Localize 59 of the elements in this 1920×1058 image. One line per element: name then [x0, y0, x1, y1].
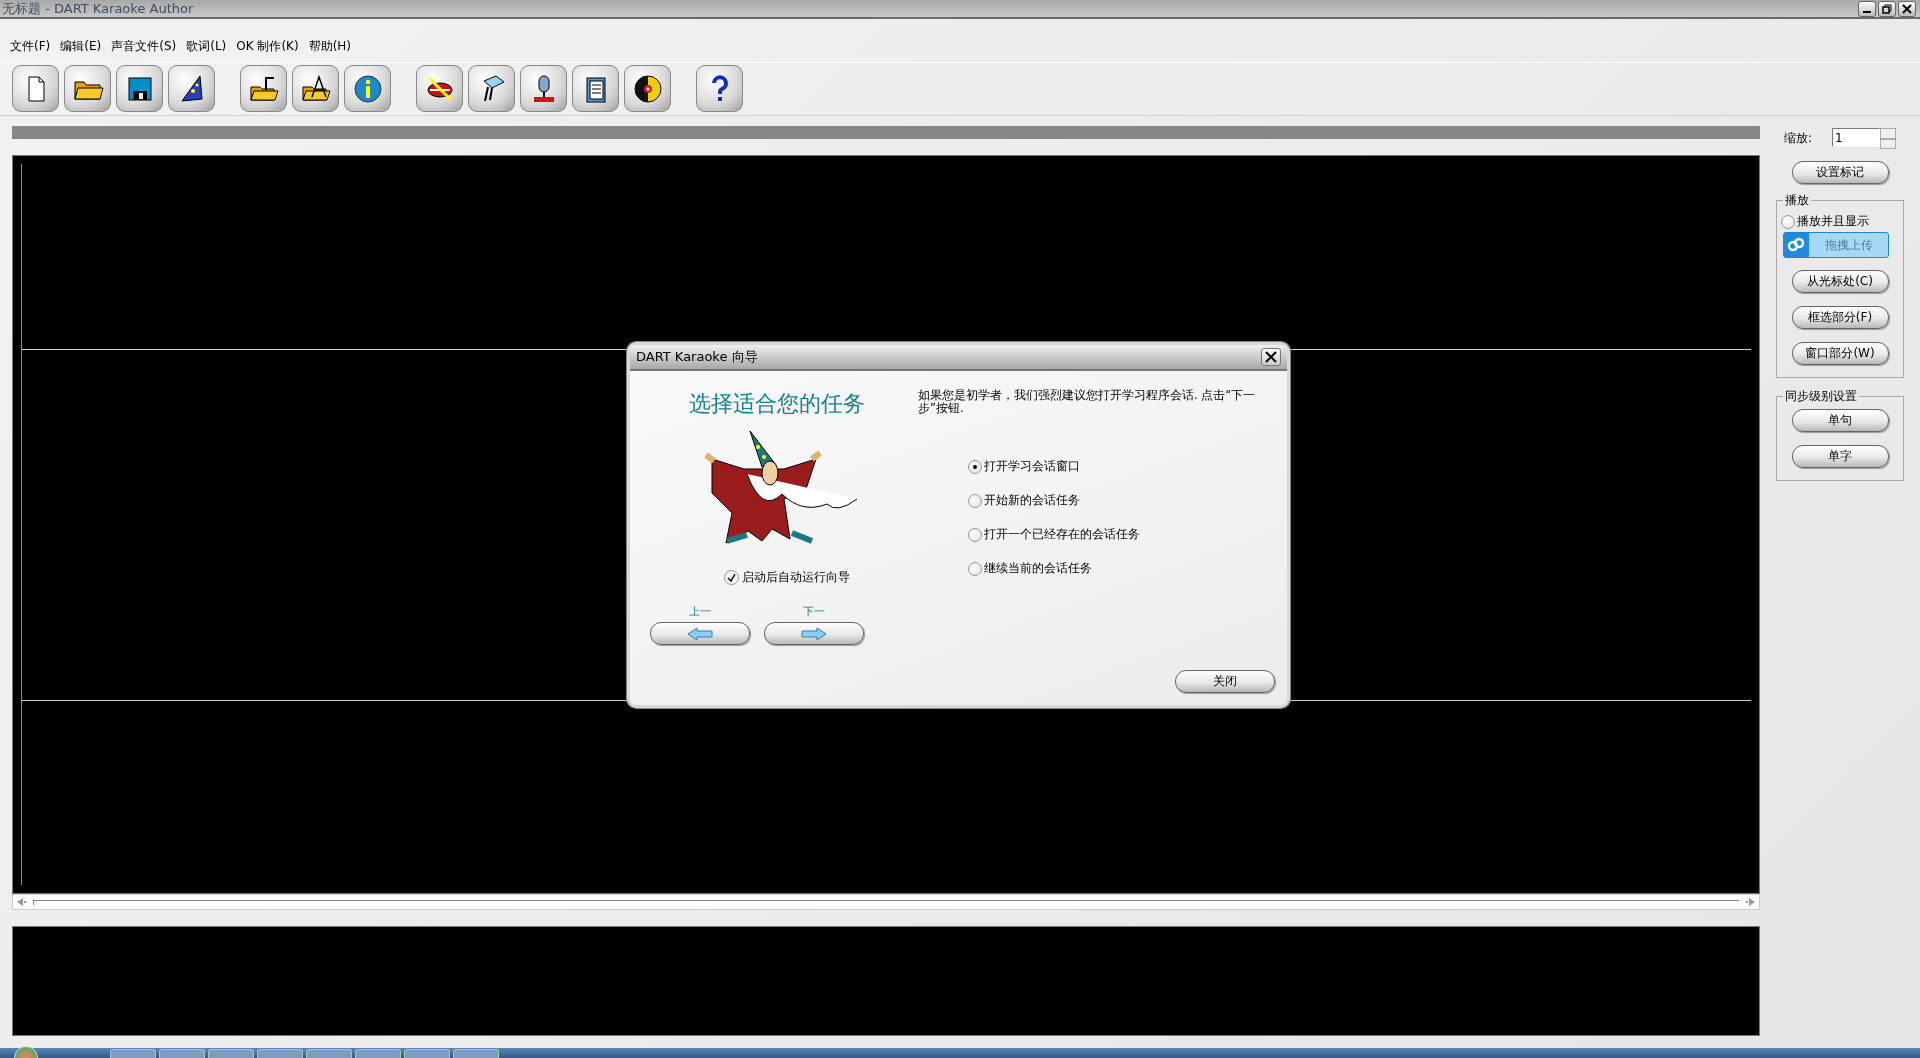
radio-option[interactable]: 打开一个已经存在的会话任务	[968, 526, 1140, 544]
minimize-button[interactable]	[1858, 0, 1876, 17]
right-arrow-icon	[801, 626, 827, 641]
toolbar-button[interactable]	[292, 65, 339, 112]
toolbar-button[interactable]	[696, 65, 743, 112]
sync-level-button[interactable]: 单字	[1791, 445, 1889, 468]
dialog-heading: 选择适合您的任务	[689, 390, 865, 418]
scroll-right-icon[interactable]	[1745, 898, 1755, 906]
toolbar-button[interactable]	[344, 65, 391, 112]
set-marker-button[interactable]: 设置标记	[1791, 161, 1889, 184]
toolbar-button[interactable]	[168, 65, 215, 112]
next-button[interactable]	[764, 622, 864, 645]
toolbar-button[interactable]	[64, 65, 111, 112]
close-button[interactable]	[1261, 348, 1281, 366]
scroll-left-icon[interactable]	[17, 898, 27, 906]
zoom-input[interactable]: 1	[1832, 128, 1880, 147]
menu-item[interactable]: 文件(F)	[10, 36, 51, 62]
horizontal-scrollbar[interactable]	[12, 894, 1760, 910]
play-button[interactable]: 从光标处(C)	[1791, 270, 1889, 293]
autorun-checkbox[interactable]: 启动后自动运行向导	[724, 569, 850, 586]
toolbar-button[interactable]	[416, 65, 463, 112]
next-label: 下一	[803, 604, 825, 619]
cloud-icon	[1786, 237, 1807, 253]
cd-icon	[631, 72, 664, 105]
radio-option[interactable]: 打开学习会话窗口	[968, 458, 1080, 476]
close-icon	[1902, 3, 1912, 14]
info-icon	[351, 72, 384, 105]
group-title: 同步级别设置	[1784, 388, 1858, 405]
minimize-icon	[1863, 11, 1871, 13]
upload-label: 拖拽上传	[1823, 236, 1874, 254]
sync-level-button[interactable]: 单句	[1791, 409, 1889, 432]
back-label: 上一	[689, 604, 711, 619]
radio-option[interactable]: 播放并且显示	[1781, 213, 1869, 230]
menu-item[interactable]: 歌词(L)	[186, 36, 227, 62]
group-title: 播放	[1784, 192, 1810, 209]
restore-icon	[1882, 3, 1892, 14]
play-button[interactable]: 窗口部分(W)	[1791, 342, 1889, 365]
play-button[interactable]: 框选部分(F)	[1791, 306, 1889, 329]
toolbar-button[interactable]	[116, 65, 163, 112]
dialog-description: 如果您是初学者，我们强烈建议您打开学习程序会话. 点击“下一步”按钮.	[918, 389, 1257, 415]
zoom-label: 缩放:	[1783, 130, 1812, 147]
toolbar-button[interactable]	[624, 65, 671, 112]
restore-button[interactable]	[1878, 0, 1896, 17]
dialog-title: DART Karaoke 向导	[636, 348, 758, 366]
menu-item[interactable]: OK 制作(K)	[236, 36, 299, 62]
close-dialog-button[interactable]: 关闭	[1175, 670, 1275, 693]
menu-item[interactable]: 帮助(H)	[308, 36, 352, 62]
menu-item[interactable]: 声音文件(S)	[111, 36, 177, 62]
menu-item[interactable]: 编辑(E)	[60, 36, 102, 62]
window-title: 无标题 - DART Karaoke Author	[1, 0, 194, 18]
back-button[interactable]	[650, 622, 750, 645]
toolbar-button[interactable]	[468, 65, 515, 112]
toolbar-button[interactable]	[520, 65, 567, 112]
close-button[interactable]	[1898, 0, 1916, 17]
toolbar-button[interactable]	[572, 65, 619, 112]
radio-option[interactable]: 开始新的会话任务	[968, 492, 1080, 510]
radio-option[interactable]: 继续当前的会话任务	[968, 560, 1092, 578]
toolbar-button[interactable]	[240, 65, 287, 112]
left-arrow-icon	[687, 626, 713, 641]
